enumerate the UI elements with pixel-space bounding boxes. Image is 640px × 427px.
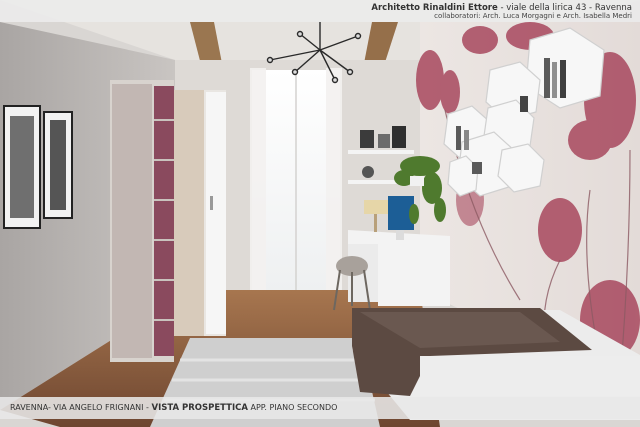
wall-shelf-upper (348, 150, 414, 154)
desk-lamp (364, 200, 388, 214)
curtain-left (250, 68, 266, 292)
footer-location: RAVENNA- VIA ANGELO FRIGNANI - (10, 403, 149, 412)
header-banner: Architetto Rinaldini Ettore - viale dell… (0, 0, 640, 22)
curtain-right (326, 68, 342, 292)
footer-view-title: VISTA PROSPETTICA (151, 403, 248, 413)
header-collaborators: collaboratori: Arch. Luca Morgagni e Arc… (434, 11, 632, 20)
footer-banner: RAVENNA- VIA ANGELO FRIGNANI - VISTA PRO… (0, 397, 640, 419)
room-illustration (0, 0, 640, 427)
bedroom-render-scene: Architetto Rinaldini Ettore - viale dell… (0, 0, 640, 427)
bed-footboard (420, 356, 640, 396)
footer-floor: APP. PIANO SECONDO (250, 403, 338, 412)
